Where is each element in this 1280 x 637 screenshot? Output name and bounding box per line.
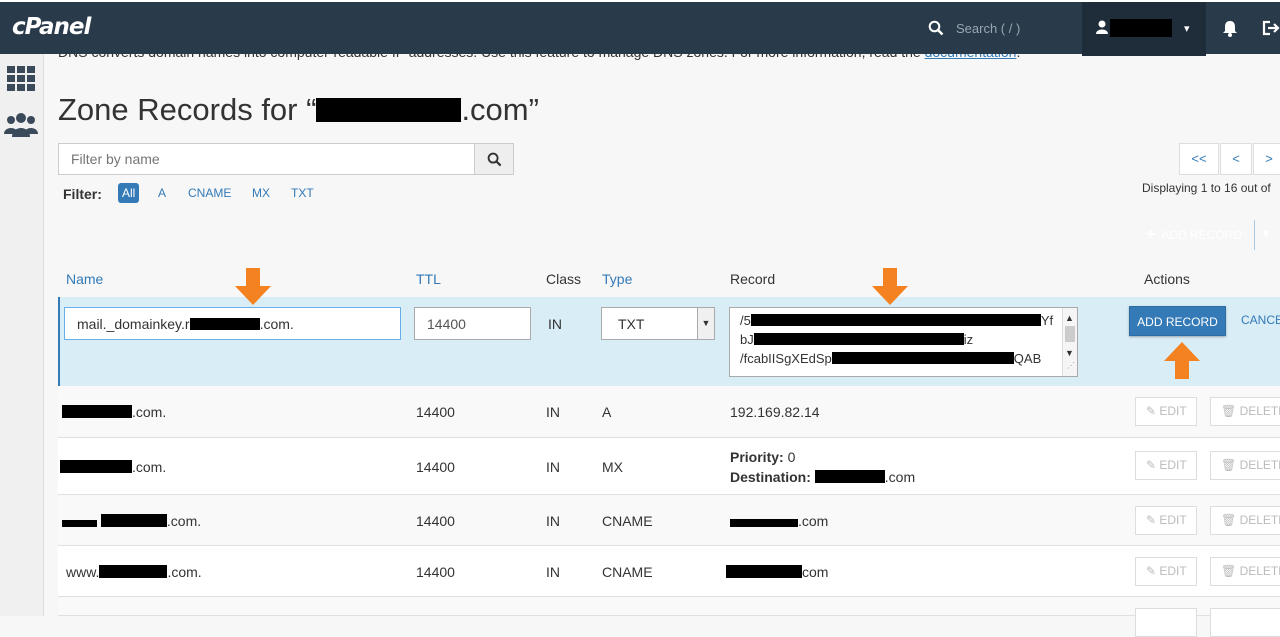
new-record-row: mail._domainkey.r .com. 14400 IN TXT ▼ /5… bbox=[58, 297, 1280, 386]
col-type[interactable]: Type bbox=[602, 271, 632, 287]
annotation-arrow-down-icon bbox=[872, 268, 908, 305]
redacted bbox=[726, 565, 802, 578]
cpanel-logo[interactable]: cPanel bbox=[12, 14, 91, 40]
record-name-input[interactable]: mail._domainkey.r .com. bbox=[64, 307, 401, 340]
apps-grid-icon[interactable] bbox=[7, 66, 35, 92]
filter-box bbox=[58, 143, 514, 175]
pager-first[interactable]: << bbox=[1179, 143, 1219, 175]
table-row: .com. 14400 IN MX Priority: 0 Destinatio… bbox=[58, 438, 1280, 495]
page-title: Zone Records for “.com” bbox=[58, 92, 539, 127]
add-record-submit-button[interactable]: ADD RECORD bbox=[1129, 306, 1226, 336]
chevron-down-icon: ▼ bbox=[697, 308, 714, 339]
search-box[interactable]: Search ( / ) bbox=[928, 18, 1078, 40]
redacted bbox=[814, 470, 885, 483]
col-record: Record bbox=[730, 271, 776, 287]
cancel-button[interactable]: CANCEL bbox=[1241, 313, 1280, 327]
add-record-button[interactable]: + ADD RECORD bbox=[1136, 220, 1255, 250]
user-name-redacted bbox=[1110, 19, 1172, 37]
col-ttl[interactable]: TTL bbox=[416, 271, 441, 287]
record-textarea[interactable]: /5 Yf bJ iz /fcabIISgXEdSp QAB ▲ ▼ ⋰ bbox=[729, 307, 1078, 377]
redacted bbox=[62, 405, 132, 418]
user-icon bbox=[1096, 20, 1108, 34]
delete-button[interactable]: 🗑 DELETE bbox=[1210, 557, 1280, 586]
col-class: Class bbox=[546, 271, 582, 287]
display-count: Displaying 1 to 16 out of bbox=[1142, 181, 1271, 195]
filter-label: Filter: bbox=[63, 186, 102, 202]
delete-button[interactable]: 🗑 DELETE bbox=[1210, 451, 1280, 480]
table-row: www. .com. 14400 IN CNAME com ✎ EDIT 🗑 DE… bbox=[58, 546, 1280, 597]
ttl-input[interactable]: 14400 bbox=[414, 307, 531, 340]
edit-button[interactable] bbox=[1135, 608, 1197, 637]
redacted bbox=[100, 514, 167, 527]
add-record-dropdown[interactable]: ▼ bbox=[1255, 220, 1277, 250]
search-placeholder: Search ( / ) bbox=[956, 21, 1021, 36]
redacted bbox=[750, 314, 1041, 326]
bell-icon[interactable] bbox=[1222, 20, 1238, 37]
delete-button[interactable] bbox=[1210, 608, 1280, 637]
filter-all[interactable]: All bbox=[118, 183, 140, 203]
scroll-thumb[interactable] bbox=[1065, 326, 1075, 342]
redacted bbox=[62, 520, 97, 527]
chevron-down-icon: ▾ bbox=[1184, 23, 1190, 35]
table-row bbox=[58, 597, 1280, 637]
search-icon bbox=[487, 152, 502, 167]
annotation-arrow-down-icon bbox=[235, 268, 271, 305]
edit-button[interactable]: ✎ EDIT bbox=[1135, 451, 1197, 480]
redacted bbox=[730, 519, 798, 527]
redacted bbox=[831, 352, 1014, 364]
resize-grip-icon[interactable]: ⋰ bbox=[1067, 356, 1075, 375]
user-menu[interactable]: ▾ bbox=[1082, 2, 1206, 56]
redacted bbox=[753, 333, 964, 345]
delete-button[interactable]: 🗑 DELETE bbox=[1210, 506, 1280, 535]
redacted bbox=[60, 460, 132, 473]
search-icon bbox=[928, 20, 944, 36]
edit-button[interactable]: ✎ EDIT bbox=[1135, 557, 1197, 586]
pager-prev[interactable]: < bbox=[1220, 143, 1252, 175]
domain-redacted bbox=[316, 98, 462, 122]
redacted bbox=[99, 565, 168, 578]
filter-mx[interactable]: MX bbox=[248, 183, 274, 203]
logout-icon[interactable] bbox=[1262, 20, 1280, 36]
table-row: .com. 14400 IN CNAME .com ✎ EDIT 🗑 DELET… bbox=[58, 495, 1280, 546]
class-value: IN bbox=[548, 316, 562, 332]
sidebar bbox=[0, 54, 44, 616]
filter-a[interactable]: A bbox=[154, 183, 170, 203]
filter-cname[interactable]: CNAME bbox=[184, 183, 235, 203]
col-actions: Actions bbox=[1144, 271, 1190, 287]
annotation-arrow-up-icon bbox=[1164, 342, 1200, 379]
table-row: .com. 14400 IN A 192.169.82.14 ✎ EDIT 🗑 … bbox=[58, 386, 1280, 438]
filter-input[interactable] bbox=[58, 143, 475, 175]
type-select[interactable]: TXT ▼ bbox=[601, 307, 715, 340]
col-name[interactable]: Name bbox=[66, 271, 103, 287]
filter-txt[interactable]: TXT bbox=[287, 183, 318, 203]
filter-search-button[interactable] bbox=[475, 143, 514, 175]
delete-button[interactable]: 🗑 DELETE bbox=[1210, 397, 1280, 426]
top-bar: cPanel Search ( / ) ▾ bbox=[0, 0, 1280, 56]
edit-button[interactable]: ✎ EDIT bbox=[1135, 506, 1197, 535]
users-icon[interactable] bbox=[3, 112, 39, 138]
edit-button[interactable]: ✎ EDIT bbox=[1135, 397, 1197, 426]
plus-icon: + bbox=[1146, 226, 1156, 243]
redacted bbox=[189, 318, 260, 330]
pager-next[interactable]: > bbox=[1253, 143, 1280, 175]
